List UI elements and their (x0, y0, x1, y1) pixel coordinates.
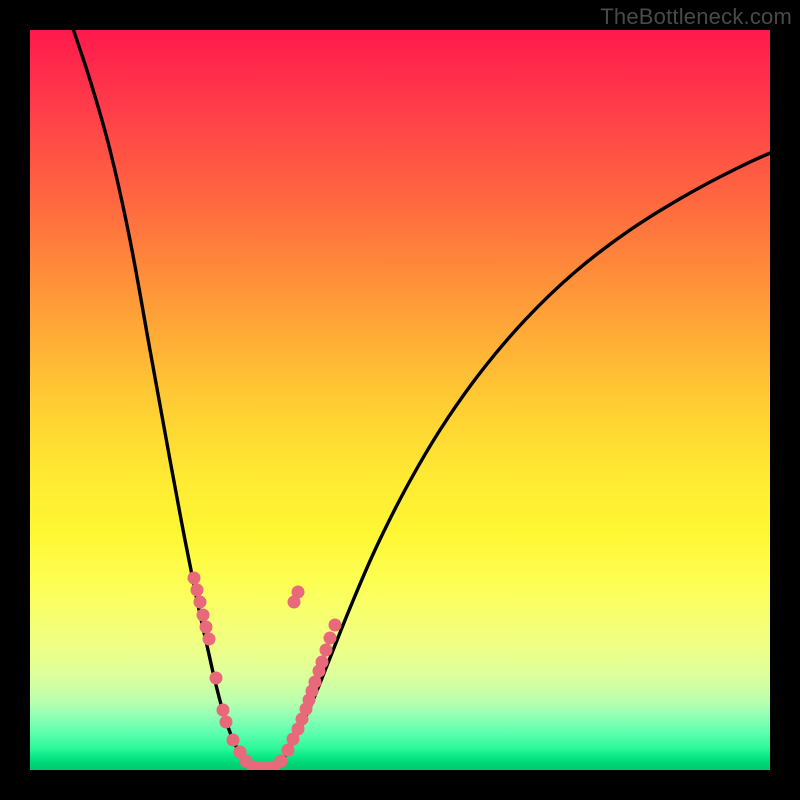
right-branch (274, 145, 770, 768)
watermark-text: TheBottleneck.com (600, 4, 792, 30)
plot-frame (30, 30, 770, 770)
bottleneck-curve-svg (30, 30, 770, 770)
left-branch (70, 30, 253, 768)
highlight-dots (188, 572, 342, 771)
